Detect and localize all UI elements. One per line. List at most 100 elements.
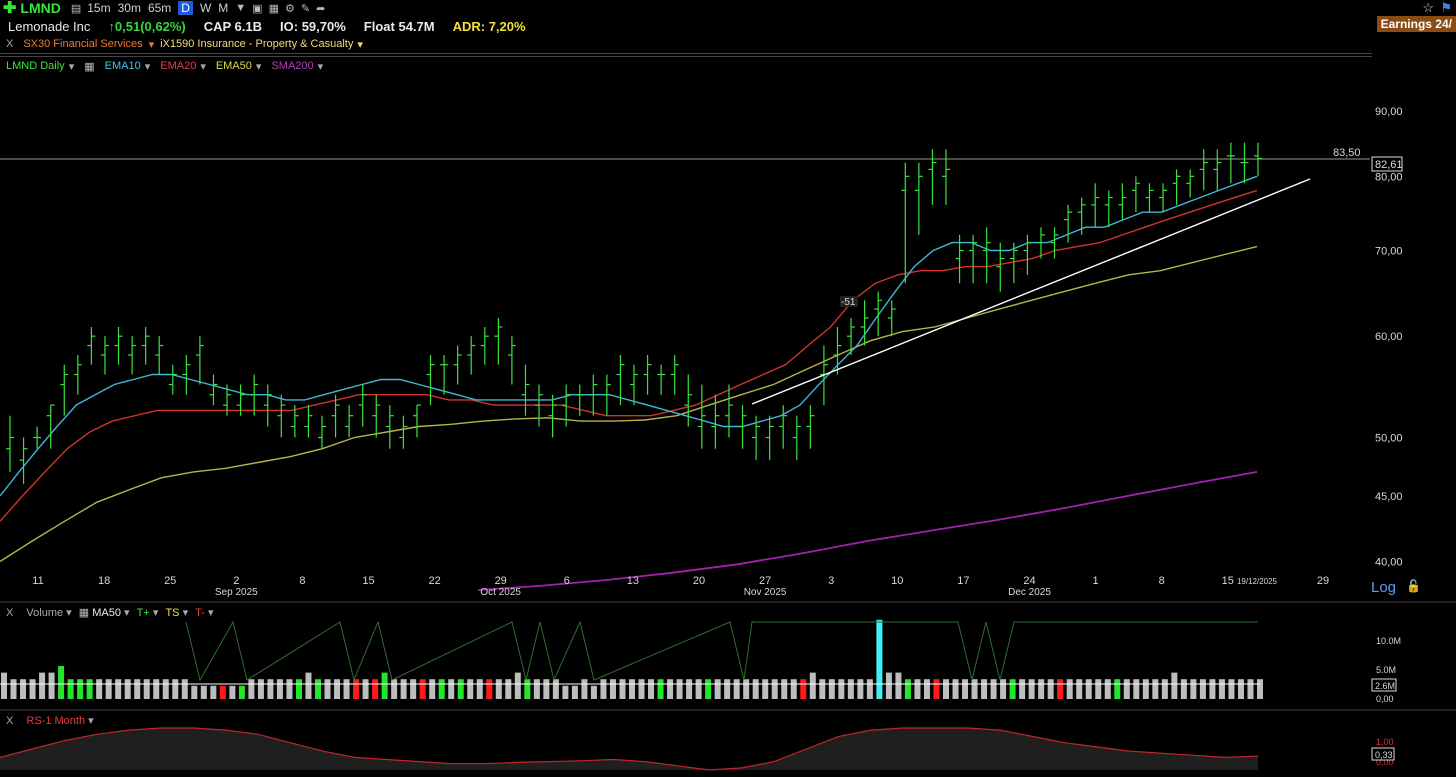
rs-label[interactable]: RS-1 Month: [26, 715, 85, 727]
volume-bar: [238, 685, 245, 699]
price-axis-label: 45,00: [1375, 491, 1403, 503]
x-tick-label: 8: [1159, 575, 1165, 587]
ts-label[interactable]: TS: [165, 607, 179, 619]
volume-bar: [200, 685, 207, 699]
volume-bar: [847, 679, 854, 699]
price-bar: [304, 405, 313, 438]
x-tick-label: 13: [627, 575, 639, 587]
chevron-down-icon[interactable]: ▾: [88, 715, 94, 727]
price-bar: [168, 364, 177, 395]
close-volume-button[interactable]: X: [6, 607, 13, 619]
volume-bar: [400, 679, 407, 699]
volume-bar: [1133, 679, 1140, 699]
volume-bar: [1152, 679, 1159, 699]
price-bar: [724, 384, 733, 438]
volume-bar: [210, 685, 217, 699]
price-bar: [399, 415, 408, 449]
price-bar: [982, 227, 991, 284]
x-tick-label: 19/12/2025: [1237, 577, 1278, 586]
volume-label[interactable]: Volume: [26, 607, 63, 619]
volume-bar: [181, 679, 188, 699]
price-bar: [182, 355, 191, 395]
volume-bar: [838, 679, 845, 699]
volume-bar: [781, 679, 788, 699]
price-axis-label: 90,00: [1375, 106, 1403, 118]
volume-bar: [257, 679, 264, 699]
volume-bar: [524, 679, 531, 699]
volume-bar: [714, 679, 721, 699]
price-bar: [155, 336, 164, 375]
volume-bar: [172, 679, 179, 699]
rs-current-label: 0,33: [1375, 750, 1393, 760]
ma50-label[interactable]: MA50: [92, 607, 121, 619]
volume-bar: [981, 679, 988, 699]
volume-bar: [438, 679, 445, 699]
chevron-down-icon[interactable]: ▾: [183, 607, 189, 619]
volume-bar: [20, 679, 27, 699]
tplus-label[interactable]: T+: [137, 607, 150, 619]
tminus-label[interactable]: T-: [195, 607, 205, 619]
volume-bar: [219, 685, 226, 699]
chevron-down-icon[interactable]: ▾: [153, 607, 159, 619]
volume-bar: [343, 679, 350, 699]
price-bar: [128, 336, 137, 375]
volume-bar: [467, 679, 474, 699]
price-axis-label: 40,00: [1375, 556, 1403, 568]
price-bar: [1104, 190, 1113, 228]
volume-bar: [67, 679, 74, 699]
price-bar: [385, 405, 394, 449]
chevron-down-icon[interactable]: ▾: [66, 607, 72, 619]
x-month-label: Oct 2025: [480, 587, 521, 598]
volume-bar: [1171, 672, 1178, 699]
volume-bar: [1057, 679, 1064, 699]
volume-bar: [1, 672, 7, 699]
volume-bar: [1257, 679, 1263, 699]
price-bar: [467, 336, 476, 375]
volume-bar: [648, 679, 655, 699]
volume-bar: [686, 679, 693, 699]
x-month-label: Sep 2025: [215, 587, 258, 598]
price-bar: [494, 317, 503, 365]
close-rs-button[interactable]: X: [6, 715, 13, 727]
volume-bar: [495, 679, 502, 699]
volume-bar: [486, 679, 493, 699]
price-bar: [738, 405, 747, 449]
rs-area: [0, 728, 1258, 770]
price-axis-label: 80,00: [1375, 171, 1403, 183]
x-tick-label: 29: [1317, 575, 1329, 587]
price-bar: [358, 384, 367, 427]
volume-bar: [790, 679, 797, 699]
x-tick-label: 27: [759, 575, 771, 587]
volume-bar: [134, 679, 141, 699]
volume-bar: [1019, 679, 1026, 699]
volume-bar: [990, 679, 997, 699]
table-icon[interactable]: ▦: [79, 607, 89, 619]
volume-axis-label: 5.0M: [1376, 665, 1396, 675]
price-bar: [792, 415, 801, 461]
volume-bar: [619, 679, 626, 699]
volume-bar: [676, 679, 683, 699]
volume-bar: [1095, 679, 1102, 699]
volume-bar: [1190, 679, 1197, 699]
chevron-down-icon[interactable]: ▾: [208, 607, 214, 619]
price-chart[interactable]: 90,0080,0070,0060,0050,0045,0040,00 83,5…: [0, 0, 1456, 777]
price-bar: [1213, 149, 1222, 191]
price-bar: [19, 437, 28, 484]
volume-bar: [1247, 679, 1254, 699]
x-tick-label: 24: [1023, 575, 1035, 587]
price-bar: [46, 404, 55, 449]
volume-bar: [315, 679, 321, 699]
volume-bar: [305, 672, 312, 699]
volume-bar: [39, 672, 46, 699]
price-bar: [575, 384, 584, 416]
chevron-down-icon[interactable]: ▾: [124, 607, 130, 619]
price-bar: [901, 162, 910, 284]
volume-bar: [248, 679, 255, 699]
volume-bar: [419, 679, 426, 699]
volume-bar: [410, 679, 417, 699]
log-scale-toggle[interactable]: Log: [1371, 579, 1396, 596]
volume-bar: [885, 672, 892, 699]
lock-icon[interactable]: 🔓: [1406, 579, 1421, 593]
volume-bar: [115, 679, 122, 699]
x-tick-label: 3: [828, 575, 834, 587]
